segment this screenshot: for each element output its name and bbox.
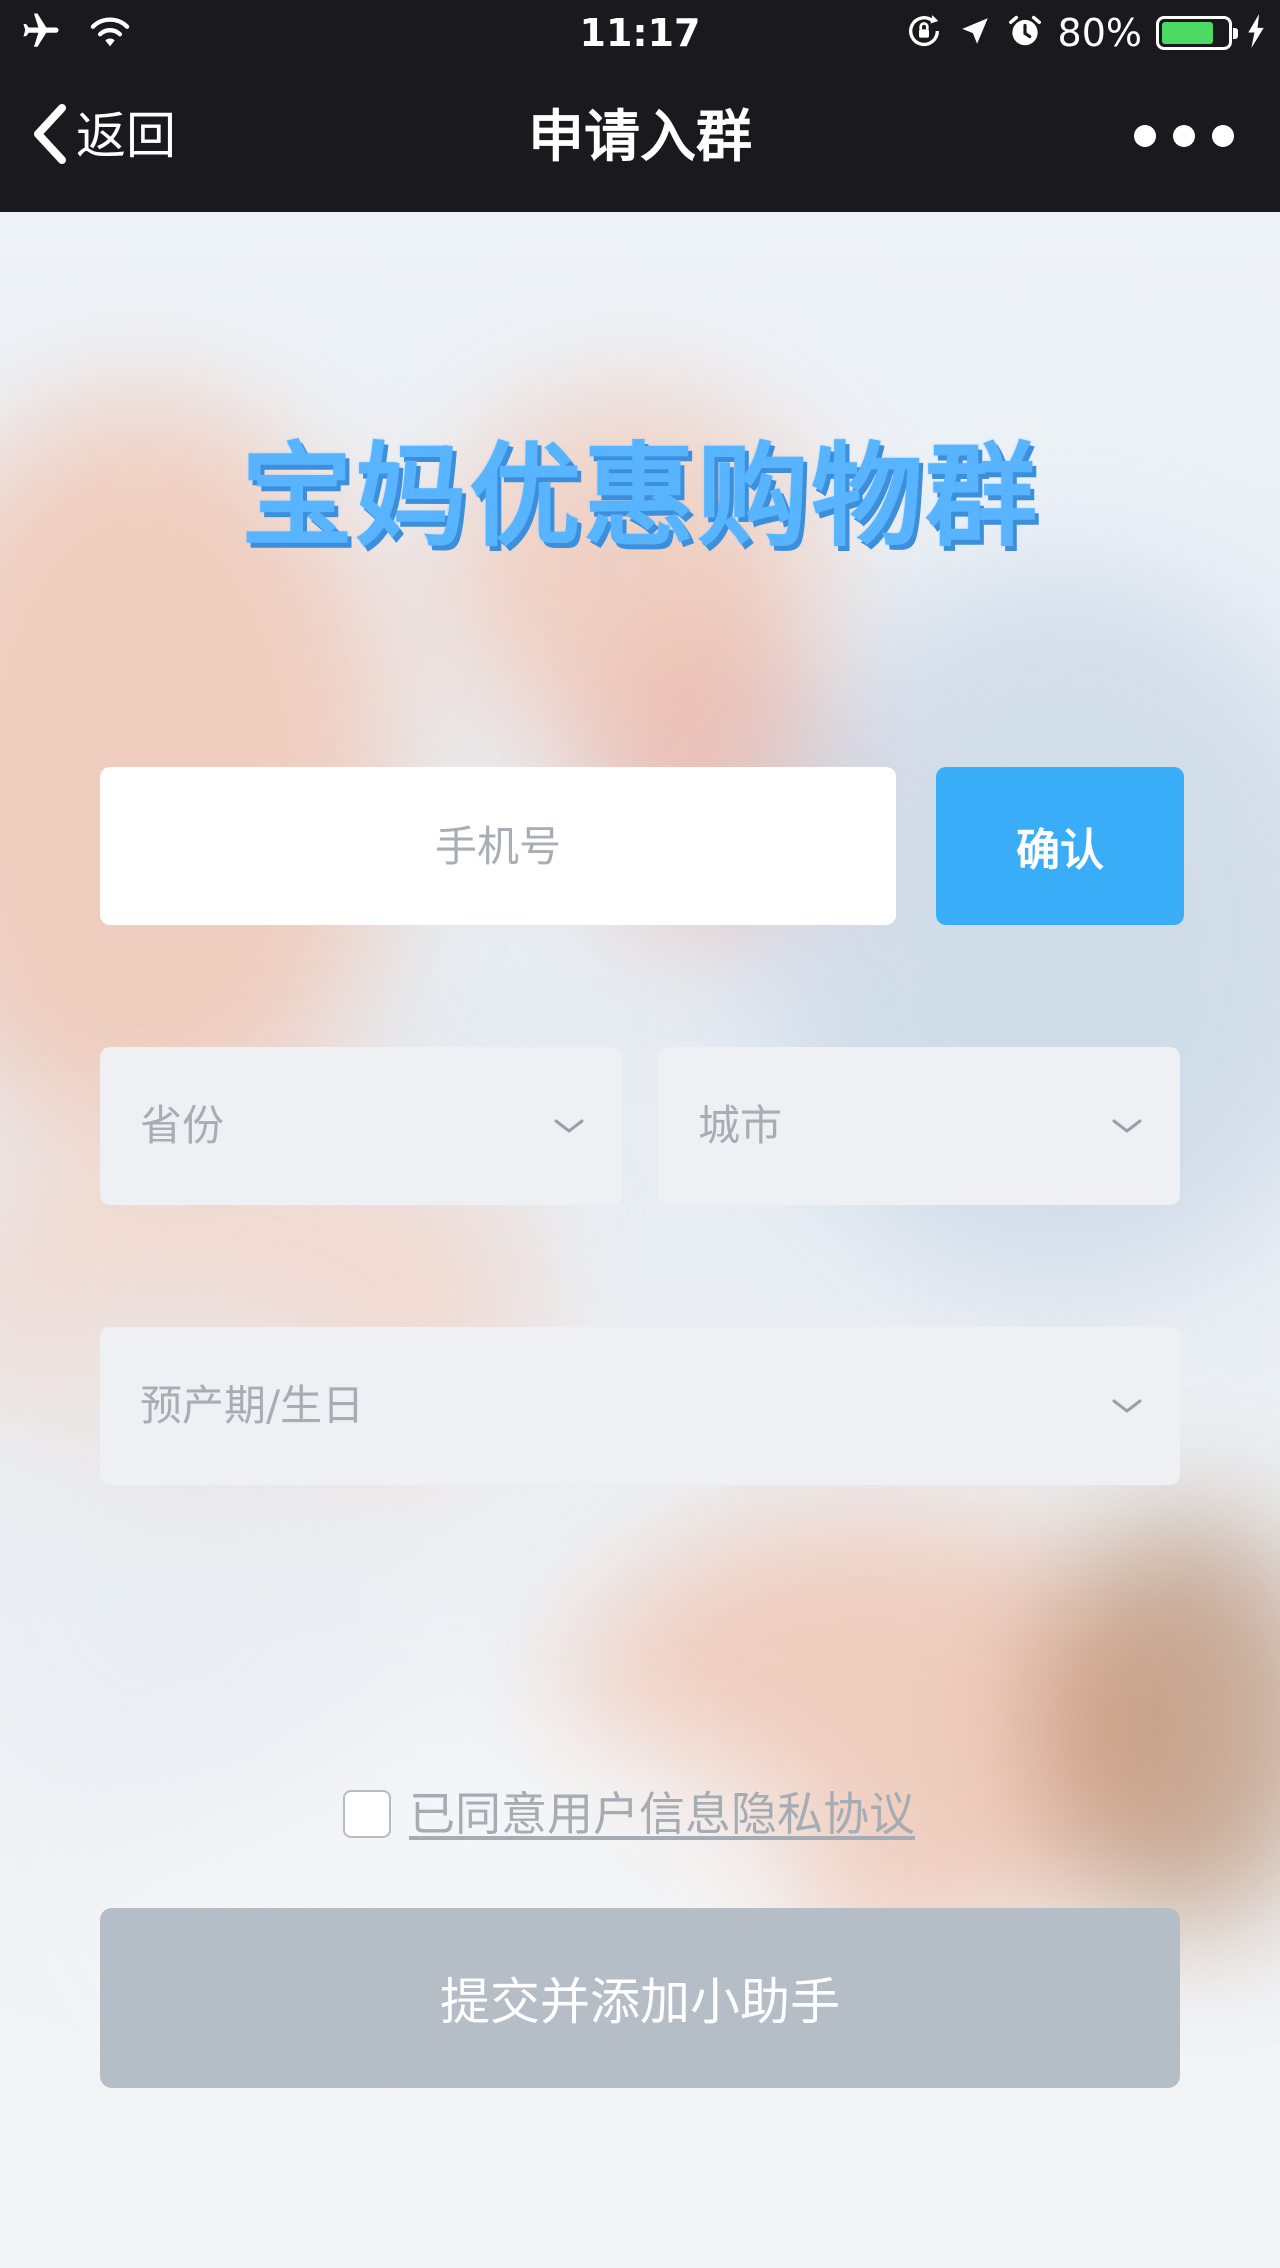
chevron-down-icon — [1110, 1109, 1144, 1143]
group-headline: 宝妈优惠购物群 — [241, 432, 1039, 562]
top-bar: 11:17 80% 返回 申请入群 — [0, 0, 1280, 212]
nav-bar: 返回 申请入群 — [0, 66, 1280, 212]
status-right: 80% — [904, 10, 1266, 56]
location-arrow-icon — [958, 14, 992, 52]
submit-button[interactable]: 提交并添加小助手 — [100, 1908, 1180, 2088]
province-label: 省份 — [140, 1101, 225, 1150]
due-date-label: 预产期/生日 — [140, 1381, 365, 1430]
chevron-down-icon — [552, 1109, 586, 1143]
confirm-button[interactable]: 确认 — [936, 767, 1184, 925]
privacy-agreement-link[interactable]: 已同意用户信息隐私协议 — [409, 1786, 915, 1842]
battery-percent: 80% — [1057, 11, 1142, 55]
phone-input[interactable] — [100, 767, 896, 925]
battery-fill — [1162, 22, 1214, 44]
battery-icon — [1156, 16, 1238, 50]
alarm-icon — [1006, 12, 1044, 54]
agreement-row: 已同意用户信息隐私协议 — [343, 1786, 915, 1842]
status-bar: 11:17 80% — [0, 0, 1280, 66]
due-date-select[interactable]: 预产期/生日 — [100, 1327, 1180, 1485]
apply-group-screen: 11:17 80% 返回 申请入群 宝妈优惠购物群 手机号 确认 省份 城市 预… — [0, 0, 1280, 2268]
page-title: 申请入群 — [528, 105, 752, 170]
chevron-down-icon — [1110, 1389, 1144, 1423]
more-dots-icon[interactable] — [1134, 120, 1234, 152]
charging-bolt-icon — [1246, 14, 1266, 52]
city-label: 城市 — [698, 1101, 783, 1150]
city-select[interactable]: 城市 — [658, 1047, 1180, 1205]
rotation-lock-icon — [904, 11, 944, 55]
province-select[interactable]: 省份 — [100, 1047, 622, 1205]
agree-checkbox[interactable] — [343, 1790, 391, 1838]
